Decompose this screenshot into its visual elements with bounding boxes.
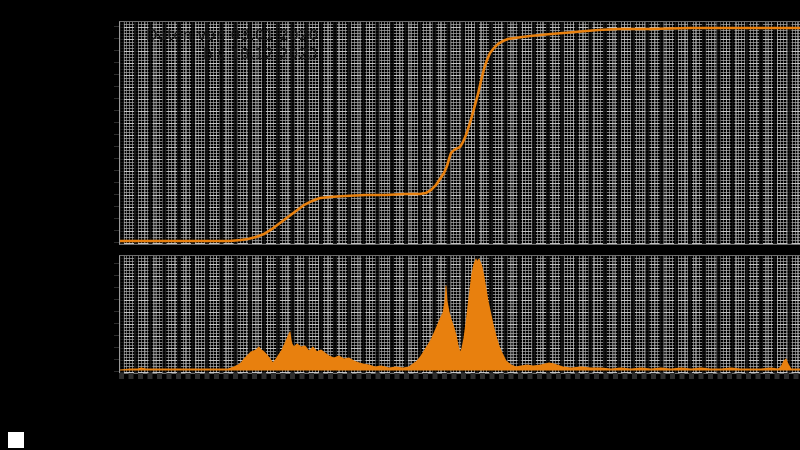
chart-figure: Daten von 03.01.2020 bis 18.12.2023 xyxy=(0,0,800,450)
daily-chart-panel xyxy=(119,255,800,374)
daily-area-svg xyxy=(120,258,800,371)
y-axis-ticks-bottom xyxy=(114,255,119,372)
chart-title-line1: Daten von 03.01.2020 xyxy=(146,26,319,44)
corner-logo-square xyxy=(8,432,24,448)
daily-area xyxy=(120,258,800,371)
chart-title-line2: bis 18.12.2023 xyxy=(203,45,318,63)
x-axis-tick-labels xyxy=(119,373,800,379)
y-axis-ticks-top xyxy=(114,21,119,243)
